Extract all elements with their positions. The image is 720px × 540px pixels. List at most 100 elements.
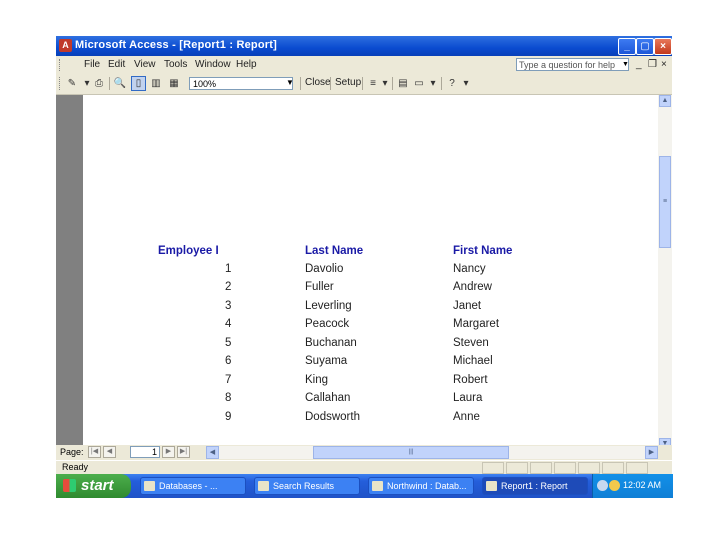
windows-taskbar: start Databases - ... Search Results Nor… bbox=[56, 474, 673, 498]
menu-tools[interactable]: Tools bbox=[164, 59, 187, 70]
ask-question-dropdown-icon[interactable]: ▼ bbox=[622, 59, 629, 70]
zoom-icon[interactable]: 🔍 bbox=[113, 77, 127, 90]
first-page-icon[interactable]: |◀ bbox=[88, 446, 101, 458]
taskbar-item-search-results[interactable]: Search Results bbox=[254, 477, 360, 495]
start-label: start bbox=[81, 477, 114, 494]
network-icon[interactable] bbox=[597, 480, 608, 491]
cell-employee-id: 3 bbox=[225, 300, 232, 312]
mdi-restore-button[interactable]: ❐ bbox=[648, 59, 657, 70]
clock: 12:02 AM bbox=[623, 480, 662, 490]
cell-first-name: Laura bbox=[453, 392, 483, 404]
cell-last-name: King bbox=[305, 374, 329, 386]
cell-first-name: Michael bbox=[453, 355, 493, 367]
last-page-icon[interactable]: ▶| bbox=[177, 446, 190, 458]
cell-first-name: Nancy bbox=[453, 263, 486, 275]
access-app-icon[interactable]: A bbox=[59, 39, 72, 52]
vertical-scroll-thumb[interactable]: ≡ bbox=[659, 156, 671, 248]
horizontal-scroll-thumb[interactable]: ||| bbox=[313, 446, 509, 459]
cell-first-name: Steven bbox=[453, 337, 489, 349]
taskbar-item-databases[interactable]: Databases - ... bbox=[140, 477, 246, 495]
next-page-icon[interactable]: ▶ bbox=[162, 446, 175, 458]
multiple-pages-icon[interactable]: ▦ bbox=[167, 77, 181, 90]
status-panel bbox=[602, 462, 624, 474]
cell-employee-id: 1 bbox=[225, 263, 232, 275]
cell-last-name: Dodsworth bbox=[305, 411, 360, 423]
record-navigation-bar: Page: |◀ ◀ 1 ▶ ▶| ◀ ||| ▶ bbox=[56, 445, 672, 460]
cell-employee-id: 7 bbox=[225, 374, 232, 386]
zoom-select[interactable]: 100% bbox=[189, 77, 293, 90]
print-preview-toolbar: ✎ ▾ ⎙ 🔍 ▯ ▥ ▦ 100% ▼ Close Setup ≡ ▾ ▤ ▭… bbox=[56, 74, 672, 95]
menu-edit[interactable]: Edit bbox=[108, 59, 125, 70]
help-icon[interactable]: ? bbox=[445, 77, 459, 90]
mdi-close-button[interactable]: × bbox=[661, 59, 667, 70]
mdi-minimize-button[interactable]: _ bbox=[636, 59, 642, 70]
title-bar[interactable]: A Microsoft Access - [Report1 : Report] … bbox=[56, 36, 672, 56]
start-button[interactable]: start bbox=[56, 474, 131, 498]
previous-page-icon[interactable]: ◀ bbox=[103, 446, 116, 458]
office-links-dropdown-icon[interactable]: ▾ bbox=[378, 77, 392, 90]
print-icon[interactable]: ⎙ bbox=[92, 77, 106, 90]
scroll-up-icon[interactable]: ▲ bbox=[659, 95, 671, 107]
cell-last-name: Davolio bbox=[305, 263, 344, 275]
cell-first-name: Janet bbox=[453, 300, 482, 312]
cell-employee-id: 6 bbox=[225, 355, 232, 367]
vertical-scrollbar[interactable]: ▲ ≡ ▼ bbox=[658, 95, 672, 450]
menu-bar: File Edit View Tools Window Help Type a … bbox=[56, 56, 672, 74]
two-pages-icon[interactable]: ▥ bbox=[149, 77, 163, 90]
new-object-dropdown-icon[interactable]: ▾ bbox=[426, 77, 440, 90]
cell-employee-id: 4 bbox=[225, 318, 232, 330]
cell-last-name: Peacock bbox=[305, 318, 350, 330]
minimize-button[interactable]: _ bbox=[618, 38, 636, 55]
cell-first-name: Anne bbox=[453, 411, 480, 423]
menu-file[interactable]: File bbox=[84, 59, 100, 70]
header-last-name: Last Name bbox=[305, 245, 364, 257]
cell-first-name: Margaret bbox=[453, 318, 500, 330]
one-page-icon[interactable]: ▯ bbox=[131, 76, 146, 91]
database-window-icon[interactable]: ▤ bbox=[396, 77, 410, 90]
close-button[interactable]: × bbox=[654, 38, 672, 55]
cell-employee-id: 2 bbox=[225, 281, 232, 293]
report-icon bbox=[486, 481, 497, 491]
cell-last-name: Buchanan bbox=[305, 337, 357, 349]
page-number-input[interactable]: 1 bbox=[130, 446, 160, 458]
menu-window[interactable]: Window bbox=[195, 59, 231, 70]
maximize-button[interactable]: ▢ bbox=[636, 38, 654, 55]
status-panel bbox=[482, 462, 504, 474]
status-panel bbox=[554, 462, 576, 474]
header-employee-id: Employee I bbox=[158, 245, 219, 257]
taskbar-item-northwind[interactable]: Northwind : Datab... bbox=[368, 477, 474, 495]
cell-employee-id: 5 bbox=[225, 337, 232, 349]
report-page: Employee I Last Name First Name 1 Davoli… bbox=[83, 95, 658, 450]
cell-last-name: Leverling bbox=[305, 300, 352, 312]
taskbar-item-report[interactable]: Report1 : Report bbox=[482, 477, 588, 495]
new-object-icon[interactable]: ▭ bbox=[412, 77, 426, 90]
scroll-right-icon[interactable]: ▶ bbox=[645, 446, 658, 459]
cell-last-name: Callahan bbox=[305, 392, 351, 404]
cell-last-name: Fuller bbox=[305, 281, 334, 293]
horizontal-scrollbar[interactable]: ◀ ||| ▶ bbox=[206, 446, 658, 459]
menu-help[interactable]: Help bbox=[236, 59, 257, 70]
cell-last-name: Suyama bbox=[305, 355, 348, 367]
cell-first-name: Robert bbox=[453, 374, 488, 386]
status-panel bbox=[506, 462, 528, 474]
toolbar-grip-icon[interactable] bbox=[59, 59, 63, 71]
window-title: Microsoft Access - [Report1 : Report] bbox=[75, 39, 277, 51]
scroll-left-icon[interactable]: ◀ bbox=[206, 446, 219, 459]
header-first-name: First Name bbox=[453, 245, 513, 257]
close-preview-button[interactable]: Close bbox=[305, 77, 331, 88]
status-panel bbox=[626, 462, 648, 474]
status-panel bbox=[530, 462, 552, 474]
setup-button[interactable]: Setup bbox=[335, 77, 361, 88]
menu-view[interactable]: View bbox=[134, 59, 156, 70]
view-icon[interactable]: ✎ bbox=[65, 77, 79, 90]
access-window: A Microsoft Access - [Report1 : Report] … bbox=[56, 36, 672, 498]
volume-icon[interactable] bbox=[609, 480, 620, 491]
system-tray: 12:02 AM bbox=[592, 474, 673, 498]
ask-question-input[interactable]: Type a question for help bbox=[516, 58, 629, 71]
zoom-dropdown-icon[interactable]: ▼ bbox=[286, 78, 294, 87]
cell-first-name: Andrew bbox=[453, 281, 492, 293]
status-text: Ready bbox=[62, 462, 89, 472]
toolbar-grip-icon[interactable] bbox=[59, 77, 63, 90]
status-panel bbox=[578, 462, 600, 474]
toolbar-options-icon[interactable]: ▾ bbox=[459, 77, 473, 90]
